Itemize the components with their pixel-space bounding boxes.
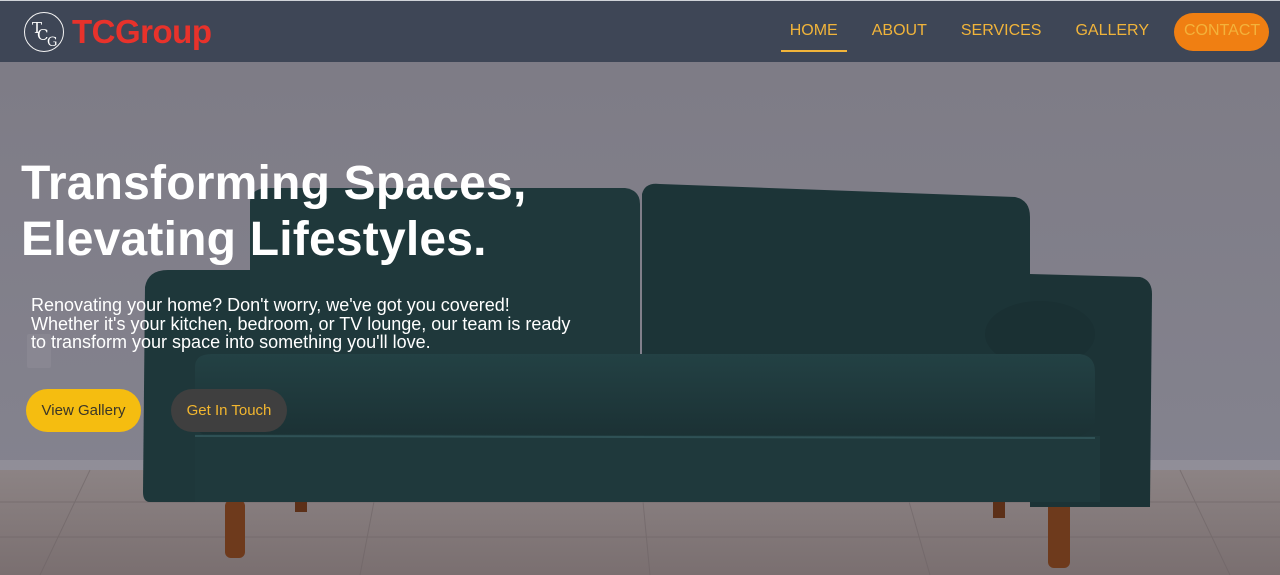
svg-text:G: G: [47, 35, 57, 50]
hero-title-line: Transforming Spaces,: [21, 157, 527, 210]
nav-about[interactable]: ABOUT: [863, 13, 936, 51]
get-in-touch-button[interactable]: Get In Touch: [171, 389, 287, 432]
hero-text-line: Whether it's your kitchen, bedroom, or T…: [31, 313, 571, 334]
main-nav: HOME ABOUT SERVICES GALLERY CONTACT: [765, 13, 1269, 52]
nav-gallery[interactable]: GALLERY: [1066, 13, 1158, 51]
hero-title-line: Elevating Lifestyles.: [21, 213, 487, 266]
hero-text-line: to transform your space into something y…: [31, 332, 431, 352]
tcg-monogram-icon: T C G: [24, 12, 64, 52]
hero-text-line: Renovating your home? Don't worry, we've…: [31, 295, 510, 315]
brand-name: TCGroup: [72, 13, 212, 50]
nav-services[interactable]: SERVICES: [952, 13, 1051, 51]
nav-home[interactable]: HOME: [780, 13, 847, 52]
nav-contact-button[interactable]: CONTACT: [1174, 13, 1269, 51]
hero-title: Transforming Spaces, Elevating Lifestyle…: [21, 156, 527, 268]
brand-logo[interactable]: T C G TCGroup: [24, 11, 212, 53]
view-gallery-button[interactable]: View Gallery: [26, 389, 141, 432]
hero-section: Transforming Spaces, Elevating Lifestyle…: [0, 62, 1280, 575]
navbar: T C G TCGroup HOME ABOUT SERVICES GALLER…: [0, 0, 1280, 62]
hero-description: Renovating your home? Don't worry, we've…: [31, 296, 631, 352]
